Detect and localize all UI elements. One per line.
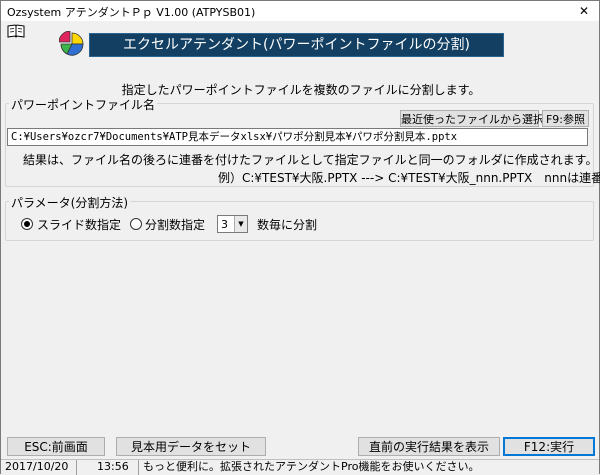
slide-count-label[interactable]: スライド数指定 <box>37 216 121 233</box>
example-note: 例）C:¥TEST¥大阪.PPTX ---> C:¥TEST¥大阪_nnn.PP… <box>218 171 600 185</box>
status-message: もっと便利に。拡張されたアテンダントPro機能をお使いください。 <box>143 460 480 473</box>
count-select[interactable]: 3 ▼ <box>217 215 248 233</box>
count-select-value: 3 <box>221 218 228 231</box>
close-icon[interactable]: ✕ <box>569 1 599 21</box>
status-date: 2017/10/20 <box>1 460 77 475</box>
split-count-label[interactable]: 分割数指定 <box>145 216 205 233</box>
status-time: 13:56 <box>77 460 139 475</box>
slide-count-radio[interactable] <box>21 218 33 230</box>
sample-data-button[interactable]: 見本用データをセット <box>116 437 266 456</box>
status-bar: 2017/10/20 13:56 もっと便利に。拡張されたアテンダントPro機能… <box>1 459 599 475</box>
pie-chart-icon <box>58 30 85 57</box>
file-path-input[interactable]: C:¥Users¥ozcr7¥Documents¥ATP見本データxlsx¥パワ… <box>7 128 588 146</box>
recent-files-button[interactable]: 最近使ったファイルから選択 <box>400 110 544 127</box>
browse-button[interactable]: F9:参照 <box>542 110 589 127</box>
app-window: Ozsystem アテンダントＰｐ V1.00 (ATPYSB01) ✕ エクセ… <box>0 0 600 475</box>
esc-back-button[interactable]: ESC:前画面 <box>7 437 105 456</box>
result-note: 結果は、ファイル名の後ろに連番を付けたファイルとして指定ファイルと同一のフォルダ… <box>23 153 598 167</box>
window-title: Ozsystem アテンダントＰｐ V1.00 (ATPYSB01) <box>7 6 256 19</box>
chevron-down-icon[interactable]: ▼ <box>234 216 247 232</box>
page-banner: エクセルアテンダント(パワーポイントファイルの分割) <box>89 33 504 57</box>
execute-button[interactable]: F12:実行 <box>503 437 595 456</box>
split-count-radio[interactable] <box>130 218 142 230</box>
count-suffix-label: 数毎に分割 <box>257 218 318 232</box>
parameter-group-legend: パラメータ(分割方法) <box>9 194 131 211</box>
title-bar: Ozsystem アテンダントＰｐ V1.00 (ATPYSB01) ✕ <box>1 1 599 21</box>
last-result-button[interactable]: 直前の実行結果を表示 <box>358 437 500 456</box>
file-group-legend: パワーポイントファイル名 <box>9 96 158 113</box>
book-icon[interactable] <box>7 24 25 38</box>
